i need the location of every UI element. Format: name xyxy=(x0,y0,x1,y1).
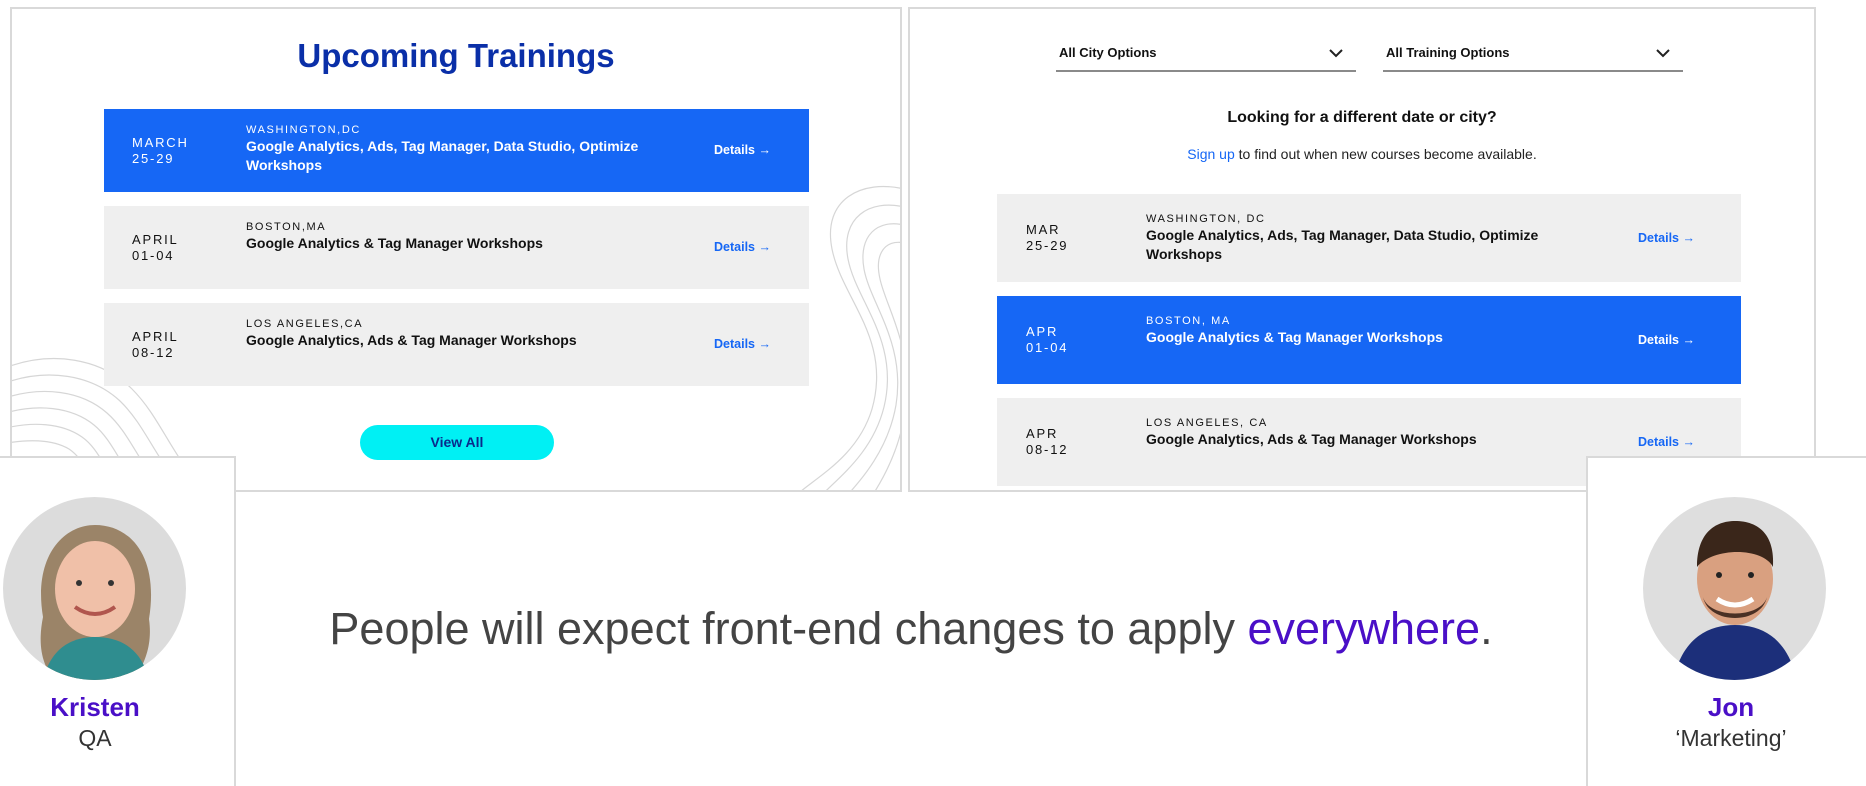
quote-after: . xyxy=(1480,603,1493,654)
person-card-jon: Jon ‘Marketing’ xyxy=(1586,456,1866,786)
chevron-down-icon xyxy=(1656,49,1670,58)
training-date: APR 08-12 xyxy=(1026,426,1068,458)
details-link[interactable]: Details → xyxy=(1638,435,1695,449)
training-course: Google Analytics, Ads & Tag Manager Work… xyxy=(1146,431,1477,447)
training-row[interactable]: APR 01-04 BOSTON, MA Google Analytics & … xyxy=(997,296,1741,384)
training-month: APR xyxy=(1026,324,1059,339)
training-select[interactable]: All Training Options xyxy=(1383,34,1683,72)
signup-rest: to find out when new courses become avai… xyxy=(1234,146,1537,162)
person-name: Jon xyxy=(1707,692,1755,722)
training-month: APRIL xyxy=(132,329,179,344)
training-month: APR xyxy=(1026,426,1059,441)
signup-link[interactable]: Sign up xyxy=(1187,146,1234,162)
training-days: 25-29 xyxy=(1026,238,1069,253)
quote-highlight: everywhere xyxy=(1247,603,1481,654)
training-days: 25-29 xyxy=(132,151,175,166)
city-select-value: All City Options xyxy=(1059,45,1157,60)
city-select[interactable]: All City Options xyxy=(1056,34,1356,72)
training-course: Google Analytics, Ads & Tag Manager Work… xyxy=(246,332,577,348)
training-days: 08-12 xyxy=(132,345,175,360)
person-role: QA xyxy=(78,725,112,751)
training-days: 01-04 xyxy=(132,248,175,263)
training-month: MAR xyxy=(1026,222,1061,237)
training-date: APRIL 01-04 xyxy=(132,232,179,264)
training-select-value: All Training Options xyxy=(1386,45,1510,60)
quote-before: People will expect front-end changes to … xyxy=(329,603,1248,654)
training-month: MARCH xyxy=(132,135,189,150)
training-row[interactable]: APRIL 01-04 BOSTON,MA Google Analytics &… xyxy=(104,206,809,289)
training-search-panel: All City Options All Training Options Lo… xyxy=(908,7,1816,492)
training-city: LOS ANGELES, CA xyxy=(1146,417,1268,429)
training-row[interactable]: APRIL 08-12 LOS ANGELES,CA Google Analyt… xyxy=(104,303,809,386)
signup-text: Sign up to find out when new courses bec… xyxy=(910,146,1814,162)
training-city: WASHINGTON,DC xyxy=(246,124,361,136)
chevron-down-icon xyxy=(1329,49,1343,58)
page-title: Upcoming Trainings xyxy=(297,37,615,74)
avatar xyxy=(1643,497,1826,680)
training-course: Google Analytics & Tag Manager Workshops xyxy=(246,235,543,251)
upcoming-trainings-panel: Upcoming Trainings MARCH 25-29 WASHINGTO… xyxy=(10,7,902,492)
view-all-button[interactable]: View All xyxy=(360,425,554,460)
details-link[interactable]: Details → xyxy=(714,240,771,254)
training-days: 08-12 xyxy=(1026,442,1069,457)
training-days: 01-04 xyxy=(1026,340,1069,355)
person-name: Kristen xyxy=(50,692,140,722)
training-date: APRIL 08-12 xyxy=(132,329,179,361)
avatar xyxy=(3,497,186,680)
training-city: LOS ANGELES,CA xyxy=(246,318,364,330)
details-link[interactable]: Details → xyxy=(714,143,771,157)
person-photo xyxy=(1643,497,1826,680)
person-card-kristen: Kristen QA xyxy=(0,456,236,786)
details-link[interactable]: Details → xyxy=(1638,231,1695,245)
training-row[interactable]: MARCH 25-29 WASHINGTON,DC Google Analyti… xyxy=(104,109,809,192)
search-heading: Looking for a different date or city? xyxy=(1227,109,1497,126)
details-link[interactable]: Details → xyxy=(1638,333,1695,347)
training-course: Google Analytics, Ads, Tag Manager, Data… xyxy=(246,138,639,173)
training-month: APRIL xyxy=(132,232,179,247)
training-city: BOSTON, MA xyxy=(1146,315,1231,327)
training-date: MARCH 25-29 xyxy=(132,135,189,167)
details-link[interactable]: Details → xyxy=(714,337,771,351)
person-role: ‘Marketing’ xyxy=(1675,725,1787,751)
training-date: MAR 25-29 xyxy=(1026,222,1068,254)
training-course: Google Analytics & Tag Manager Workshops xyxy=(1146,329,1443,345)
training-city: WASHINGTON, DC xyxy=(1146,213,1266,225)
quote-text: People will expect front-end changes to … xyxy=(236,603,1586,655)
training-course: Google Analytics, Ads, Tag Manager, Data… xyxy=(1146,227,1539,262)
training-date: APR 01-04 xyxy=(1026,324,1068,356)
person-photo xyxy=(3,497,186,680)
training-row[interactable]: MAR 25-29 WASHINGTON, DC Google Analytic… xyxy=(997,194,1741,282)
training-city: BOSTON,MA xyxy=(246,221,327,233)
